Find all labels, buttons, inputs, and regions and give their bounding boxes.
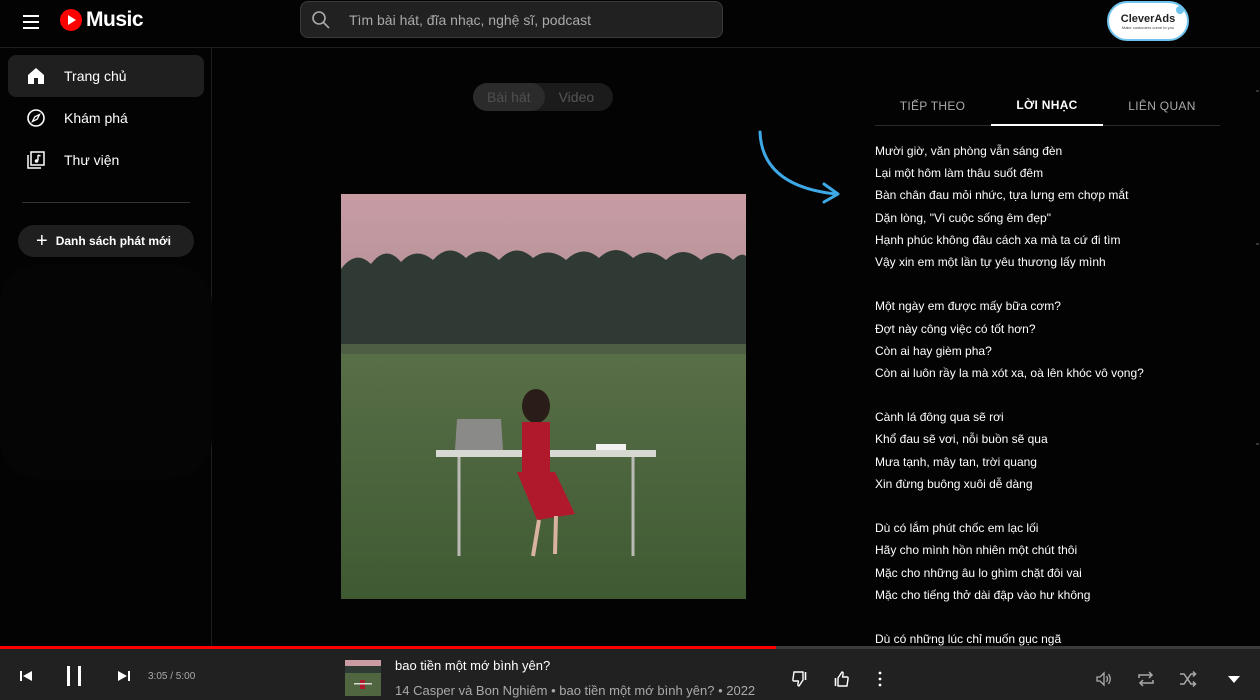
like-icon[interactable] [829,667,853,691]
lyric-line: Vậy xin em một lần tự yêu thương lấy mìn… [875,254,1106,269]
home-icon [24,64,48,88]
lyric-line: Dù có những lúc chỉ muốn gục ngã [875,632,1062,646]
sidebar-item-library[interactable]: Thư viện [8,139,204,181]
tab-related[interactable]: LIÊN QUAN [1104,86,1220,126]
expand-player-icon[interactable] [1222,667,1246,691]
lyric-line: Dù có lắm phút chốc em lạc lối [875,521,1039,536]
search-box[interactable] [300,1,723,38]
song-subtitle[interactable]: 14 Casper và Bon Nghiêm • bao tiền một m… [395,683,755,698]
lyric-line: Mặc cho những âu lo ghìm chặt đôi vai [875,565,1082,580]
next-icon[interactable] [112,664,136,688]
song-thumbnail[interactable] [345,660,381,696]
logo-text: Music [86,8,144,31]
previous-icon[interactable] [14,664,38,688]
lyric-line: Dặn lòng, "Vì cuộc sống êm đẹp" [875,210,1051,225]
panel-tabs: TIẾP THEO LỜI NHẠC LIÊN QUAN [875,86,1220,126]
search-input[interactable] [341,11,722,28]
more-options-icon[interactable] [868,667,892,691]
player-bar: 3:05 / 5:00 bao tiền một mớ bình yên? 14… [0,649,1260,700]
youtube-music-logo-icon [60,9,82,31]
sidebar-item-label: Khám phá [64,110,128,126]
tab-song[interactable]: Bài hát [473,83,545,111]
lyric-stanza-gap [875,606,1220,628]
lyric-line: Một ngày em được mấy bữa cơm? [875,299,1061,314]
tab-up-next[interactable]: TIẾP THEO [875,86,990,126]
pointer-arrow-icon [758,130,840,204]
lyrics-panel: Mười giờ, văn phòng vẫn sáng đèn Lại một… [875,140,1220,646]
lyric-line: Xin đừng buông xuôi dễ dàng [875,476,1033,491]
ad-badge-dot-icon [1176,6,1184,14]
lyric-line: Cành lá đông qua sẽ rơi [875,410,1004,425]
lyric-line: Còn ai hay gièm pha? [875,343,992,358]
album-art [341,194,746,599]
dislike-icon[interactable] [788,667,812,691]
scrollbar[interactable] [1255,48,1260,646]
ad-badge-tagline: Make customers come to you [1121,24,1175,30]
sidebar-item-label: Trang chủ [64,68,127,84]
sidebar-divider [22,202,190,203]
lyric-line: Khổ đau sẽ vơi, nỗi buồn sẽ qua [875,432,1048,447]
lyric-stanza-gap [875,273,1220,295]
ad-badge-text: CleverAds [1120,12,1176,25]
search-icon [301,2,341,38]
lyric-line: Đợt này công việc có tốt hơn? [875,321,1036,336]
lyric-line: Hãy cho mình hồn nhiên một chút thôi [875,543,1078,558]
lyric-line: Mặc cho tiếng thở dài đập vào hư không [875,587,1091,602]
song-video-switcher: Bài hát Video [473,83,613,111]
lyric-line: Còn ai luôn rầy la mà xót xa, oà lên khó… [875,365,1144,380]
top-bar: Music CleverAds Make customers come to y… [0,0,1260,48]
sidebar-item-label: Thư viện [64,152,120,168]
lyric-line: Mười giờ, văn phòng vẫn sáng đèn [875,144,1063,158]
repeat-icon[interactable] [1134,667,1158,691]
compass-icon [24,106,48,130]
lyric-line: Hạnh phúc không đâu cách xa mà ta cứ đi … [875,232,1121,247]
shuffle-icon[interactable] [1176,667,1200,691]
lyric-line: Mưa tạnh, mây tan, trời quang [875,454,1037,469]
lyric-line: Lại một hôm làm thâu suốt đêm [875,166,1044,181]
sidebar-item-home[interactable]: Trang chủ [8,55,204,97]
lyric-stanza-gap [875,495,1220,517]
tab-lyrics[interactable]: LỜI NHẠC [991,86,1103,126]
time-display: 3:05 / 5:00 [148,671,196,682]
song-title[interactable]: bao tiền một mớ bình yên? [395,658,550,673]
sidebar-empty-area [0,264,212,479]
lyric-line: Bàn chân đau mỏi nhức, tựa lưng em chợp … [875,188,1129,203]
pause-icon[interactable] [60,662,88,690]
new-playlist-button[interactable]: + Danh sách phát mới [18,225,194,257]
logo[interactable]: Music [60,8,144,32]
new-playlist-label: Danh sách phát mới [55,234,171,248]
tab-video[interactable]: Video [545,83,609,111]
library-icon [24,148,48,172]
menu-icon[interactable] [20,10,44,34]
sidebar: Trang chủ Khám phá Thư viện + Danh sách … [0,48,212,646]
volume-icon[interactable] [1092,667,1116,691]
ad-badge: CleverAds Make customers come to you [1107,1,1189,41]
sidebar-item-explore[interactable]: Khám phá [8,97,204,139]
plus-icon: + [36,230,48,252]
lyric-stanza-gap [875,384,1220,406]
